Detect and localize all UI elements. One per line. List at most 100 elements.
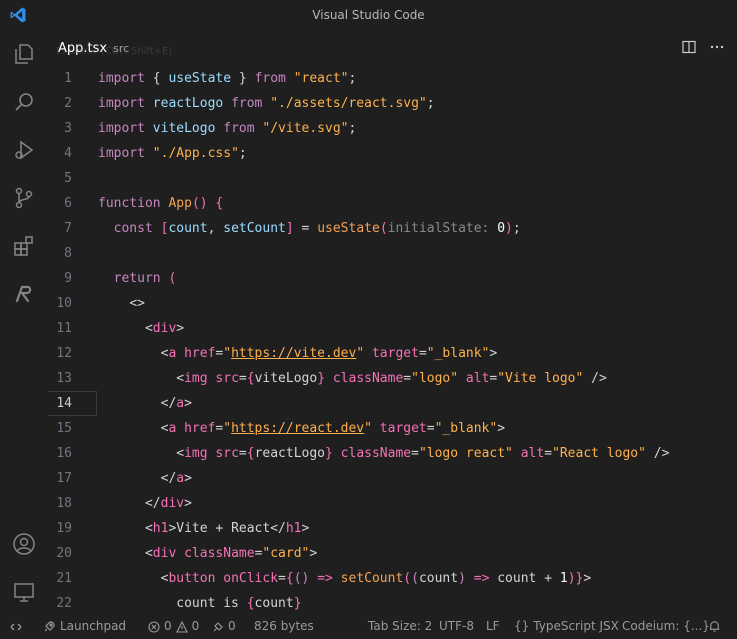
code-token: >Vite + React</ — [168, 521, 286, 536]
code-line[interactable]: 13 <img src={viteLogo} className="logo" … — [48, 366, 737, 391]
code-line[interactable]: 1 import { useState } from "react"; — [48, 66, 737, 91]
line-text: return ( — [98, 266, 177, 291]
code-token: "logo" — [411, 371, 459, 386]
accounts-icon[interactable] — [12, 532, 36, 556]
title-bar: Visual Studio Code — [0, 0, 737, 30]
code-token: < — [144, 321, 153, 336]
code-line[interactable]: 19 <h1>Vite + React</h1> — [48, 516, 737, 541]
explorer-icon[interactable] — [12, 42, 36, 66]
code-token: "_blank" — [426, 346, 490, 361]
line-text: <a href="https://react.dev" target="_bla… — [98, 416, 505, 441]
line-text: import viteLogo from "/vite.svg"; — [98, 116, 356, 141]
line-text: import { useState } from "react"; — [98, 66, 356, 91]
code-line[interactable]: 17 </a> — [48, 466, 737, 491]
remote-status-icon[interactable] — [10, 618, 22, 635]
source-control-icon[interactable] — [12, 186, 36, 210]
code-token: a — [176, 396, 185, 411]
code-line[interactable]: 15 <a href="https://react.dev" target="_… — [48, 416, 737, 441]
split-editor-icon[interactable] — [681, 39, 697, 55]
code-token: /> — [645, 446, 670, 461]
code-token: count is — [98, 596, 247, 611]
code-token: ; — [426, 96, 435, 111]
code-token: /> — [583, 371, 607, 386]
code-token: </ — [144, 496, 161, 511]
code-token: import — [98, 121, 145, 136]
code-token: { — [246, 596, 255, 611]
notifications-icon[interactable] — [708, 618, 721, 635]
code-token: > — [184, 396, 192, 411]
ports-item[interactable]: 0 — [212, 618, 236, 635]
code-token: useState — [168, 71, 232, 86]
code-token: img — [184, 371, 208, 386]
code-token: { — [246, 371, 255, 386]
tab-app-tsx[interactable]: App.tsx src — [48, 30, 139, 66]
extensions-icon[interactable] — [12, 234, 36, 258]
code-token: } — [325, 446, 333, 461]
code-line[interactable]: 20 <div className="card"> — [48, 541, 737, 566]
code-line[interactable]: 8 — [48, 241, 737, 266]
search-icon[interactable] — [12, 90, 36, 114]
code-token: import — [98, 146, 145, 161]
code-token: div — [152, 321, 177, 336]
code-line[interactable]: 14 </a> — [48, 391, 737, 416]
code-token: from — [254, 71, 286, 86]
code-token: = — [278, 571, 286, 586]
code-token: ) — [458, 571, 466, 586]
language-mode-item[interactable]: {} TypeScript JSX — [514, 618, 619, 635]
code-line[interactable]: 7 const [count, setCount] = useState(ini… — [48, 216, 737, 241]
code-line[interactable]: 11 <div> — [48, 316, 737, 341]
code-line[interactable]: 22 count is {count} — [48, 591, 737, 614]
tab-filename: App.tsx — [58, 40, 108, 56]
remote-icon[interactable] — [12, 580, 36, 604]
codeium-icon[interactable] — [12, 282, 36, 306]
line-number: 6 — [64, 196, 72, 211]
line-number: 19 — [56, 521, 72, 536]
run-debug-icon[interactable] — [12, 138, 36, 162]
code-token: = — [411, 446, 419, 461]
eol-item[interactable]: LF — [486, 618, 500, 635]
encoding-item[interactable]: UTF-8 — [439, 618, 474, 635]
language-label: TypeScript JSX — [533, 619, 619, 633]
codeium-status[interactable]: Codeium: {...} — [622, 618, 710, 635]
launchpad-item[interactable]: Launchpad — [42, 618, 126, 635]
code-token: = — [238, 371, 247, 386]
code-line[interactable]: 18 </div> — [48, 491, 737, 516]
code-line[interactable]: 16 <img src={reactLogo} className="logo … — [48, 441, 737, 466]
ports-count: 0 — [228, 619, 236, 633]
code-token: function — [98, 196, 161, 211]
code-token: } — [293, 596, 302, 611]
code-token: ) — [567, 571, 576, 586]
code-token: div — [152, 546, 177, 561]
line-text: </a> — [98, 391, 192, 416]
code-token: h1 — [285, 521, 302, 536]
code-line[interactable]: 5 — [48, 166, 737, 191]
tab-bar: Explorer (Ctrl+Shift+E) App.tsx src — [48, 30, 737, 66]
more-actions-icon[interactable] — [709, 39, 725, 55]
tab-size-item[interactable]: Tab Size: 2 — [368, 618, 432, 635]
code-line[interactable]: 6 function App() { — [48, 191, 737, 216]
code-line[interactable]: 10 <> — [48, 291, 737, 316]
code-token: from — [223, 121, 255, 136]
code-editor[interactable]: 1 import { useState } from "react"; 2 impor… — [48, 66, 737, 614]
activity-bar — [0, 30, 48, 614]
code-token: count — [418, 571, 459, 586]
code-token: alt — [465, 371, 490, 386]
code-token: " — [364, 421, 372, 436]
code-line[interactable]: 21 <button onClick={() => setCount((coun… — [48, 566, 737, 591]
code-token: > — [184, 471, 192, 486]
problems-item[interactable]: 0 0 — [148, 618, 199, 635]
code-line[interactable]: 3 import viteLogo from "/vite.svg"; — [48, 116, 737, 141]
code-line[interactable]: 4 import "./App.css"; — [48, 141, 737, 166]
code-token: ; — [238, 146, 247, 161]
code-token: "./assets/react.svg" — [270, 96, 427, 111]
code-line[interactable]: 12 <a href="https://vite.dev" target="_b… — [48, 341, 737, 366]
code-line[interactable]: 9 return ( — [48, 266, 737, 291]
line-number: 14 — [56, 396, 72, 411]
code-line[interactable]: 2 import reactLogo from "./assets/react.s… — [48, 91, 737, 116]
line-number: 10 — [56, 296, 72, 311]
